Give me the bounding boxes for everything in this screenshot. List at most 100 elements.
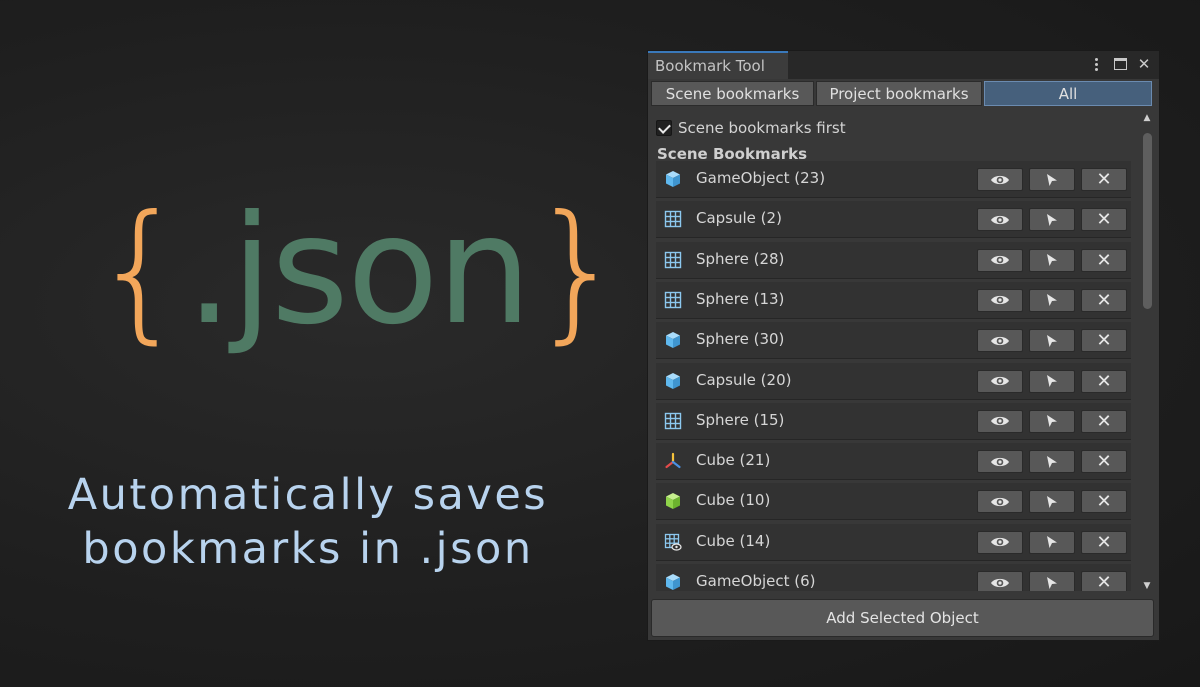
eye-icon [990,293,1010,307]
close-icon: ✕ [1096,209,1112,231]
bookmark-row[interactable]: Sphere (15) ✕ [656,402,1131,440]
cursor-arrow-icon [1046,455,1058,469]
bookmark-row[interactable]: GameObject (6) ✕ [656,564,1131,591]
select-bookmark-button[interactable] [1029,369,1075,393]
grid-icon [664,210,682,228]
remove-bookmark-button[interactable]: ✕ [1081,571,1127,591]
select-bookmark-button[interactable] [1029,329,1075,353]
bookmark-label: Sphere (15) [696,410,785,429]
grid-icon [664,412,682,430]
scene-first-checkbox[interactable] [656,120,672,136]
view-bookmark-button[interactable] [977,168,1023,191]
tagline-line-2: bookmarks in .json [82,524,534,574]
bookmark-row[interactable]: Capsule (2) ✕ [656,201,1131,239]
select-bookmark-button[interactable] [1029,450,1075,474]
bookmark-row[interactable]: Sphere (13) ✕ [656,281,1131,319]
remove-bookmark-button[interactable]: ✕ [1081,248,1127,272]
bookmark-row[interactable]: Sphere (28) ✕ [656,241,1131,279]
logo-brace-open: { [92,184,187,358]
tab-project-bookmarks[interactable]: Project bookmarks [816,81,982,106]
eye-icon [990,253,1010,267]
window-titlebar: Bookmark Tool ✕ [648,51,1159,79]
bookmark-row[interactable]: GameObject (23) ✕ [656,161,1131,198]
window-tab-title[interactable]: Bookmark Tool [648,51,788,79]
scene-first-label: Scene bookmarks first [678,119,846,137]
view-bookmark-button[interactable] [977,450,1023,474]
bookmark-row[interactable]: Cube (14) ✕ [656,523,1131,561]
green-cube-icon [664,492,682,510]
view-bookmark-button[interactable] [977,369,1023,393]
scroll-down-arrow-icon[interactable]: ▼ [1141,581,1153,591]
remove-bookmark-button[interactable]: ✕ [1081,168,1127,191]
filter-toggle-bar: Scene bookmarks Project bookmarks All [651,81,1154,106]
view-bookmark-button[interactable] [977,208,1023,232]
cursor-arrow-icon [1046,173,1058,187]
remove-bookmark-button[interactable]: ✕ [1081,409,1127,433]
view-bookmark-button[interactable] [977,571,1023,591]
grid-eye-icon [664,533,682,551]
view-bookmark-button[interactable] [977,288,1023,312]
bookmark-row[interactable]: Capsule (20) ✕ [656,362,1131,400]
select-bookmark-button[interactable] [1029,288,1075,312]
select-bookmark-button[interactable] [1029,530,1075,554]
logo-word: .json [185,184,531,358]
close-icon[interactable]: ✕ [1135,54,1153,74]
scroll-thumb[interactable] [1143,133,1152,309]
bookmark-row[interactable]: Sphere (30) ✕ [656,322,1131,360]
close-icon: ✕ [1096,491,1112,513]
scroll-track[interactable] [1141,127,1153,577]
select-bookmark-button[interactable] [1029,409,1075,433]
close-icon: ✕ [1096,169,1112,190]
bookmark-label: Sphere (30) [696,330,785,349]
remove-bookmark-button[interactable]: ✕ [1081,450,1127,474]
eye-icon [990,213,1010,227]
cursor-arrow-icon [1046,374,1058,388]
eye-icon [990,455,1010,469]
bookmark-label: Capsule (20) [696,370,792,389]
bookmark-row[interactable]: Cube (10) ✕ [656,483,1131,521]
close-icon: ✕ [1096,531,1112,553]
bookmark-label: Cube (10) [696,491,771,510]
maximize-icon[interactable] [1111,54,1129,74]
remove-bookmark-button[interactable]: ✕ [1081,288,1127,312]
view-bookmark-button[interactable] [977,530,1023,554]
remove-bookmark-button[interactable]: ✕ [1081,490,1127,514]
select-bookmark-button[interactable] [1029,208,1075,232]
gameobject-cube-icon [664,331,682,349]
window-controls: ✕ [1087,54,1153,74]
eye-icon [990,173,1010,187]
cursor-arrow-icon [1046,414,1058,428]
select-bookmark-button[interactable] [1029,248,1075,272]
close-icon: ✕ [1096,289,1112,311]
list-scrollbar[interactable]: ▲ ▼ [1141,113,1153,591]
bookmark-label: Capsule (2) [696,209,782,228]
remove-bookmark-button[interactable]: ✕ [1081,530,1127,554]
cursor-arrow-icon [1046,495,1058,509]
view-bookmark-button[interactable] [977,490,1023,514]
tab-scene-bookmarks[interactable]: Scene bookmarks [651,81,814,106]
scene-first-option[interactable]: Scene bookmarks first [656,119,846,137]
bookmark-row[interactable]: Cube (21) ✕ [656,443,1131,481]
cursor-arrow-icon [1046,576,1058,590]
select-bookmark-button[interactable] [1029,571,1075,591]
eye-icon [990,495,1010,509]
gameobject-cube-icon [664,170,682,188]
close-icon: ✕ [1096,370,1112,392]
tab-all[interactable]: All [984,81,1152,106]
remove-bookmark-button[interactable]: ✕ [1081,329,1127,353]
scroll-up-arrow-icon[interactable]: ▲ [1141,113,1153,123]
bookmark-label: Sphere (13) [696,289,785,308]
select-bookmark-button[interactable] [1029,490,1075,514]
remove-bookmark-button[interactable]: ✕ [1081,369,1127,393]
cursor-arrow-icon [1046,535,1058,549]
add-selected-object-button[interactable]: Add Selected Object [651,599,1154,637]
remove-bookmark-button[interactable]: ✕ [1081,208,1127,232]
kebab-menu-icon[interactable] [1087,54,1105,74]
select-bookmark-button[interactable] [1029,168,1075,191]
view-bookmark-button[interactable] [977,248,1023,272]
view-bookmark-button[interactable] [977,409,1023,433]
transform-axes-icon [664,452,682,470]
view-bookmark-button[interactable] [977,329,1023,353]
close-icon: ✕ [1096,410,1112,432]
bookmark-tool-window: Bookmark Tool ✕ Scene bookmarks Project … [647,50,1160,641]
